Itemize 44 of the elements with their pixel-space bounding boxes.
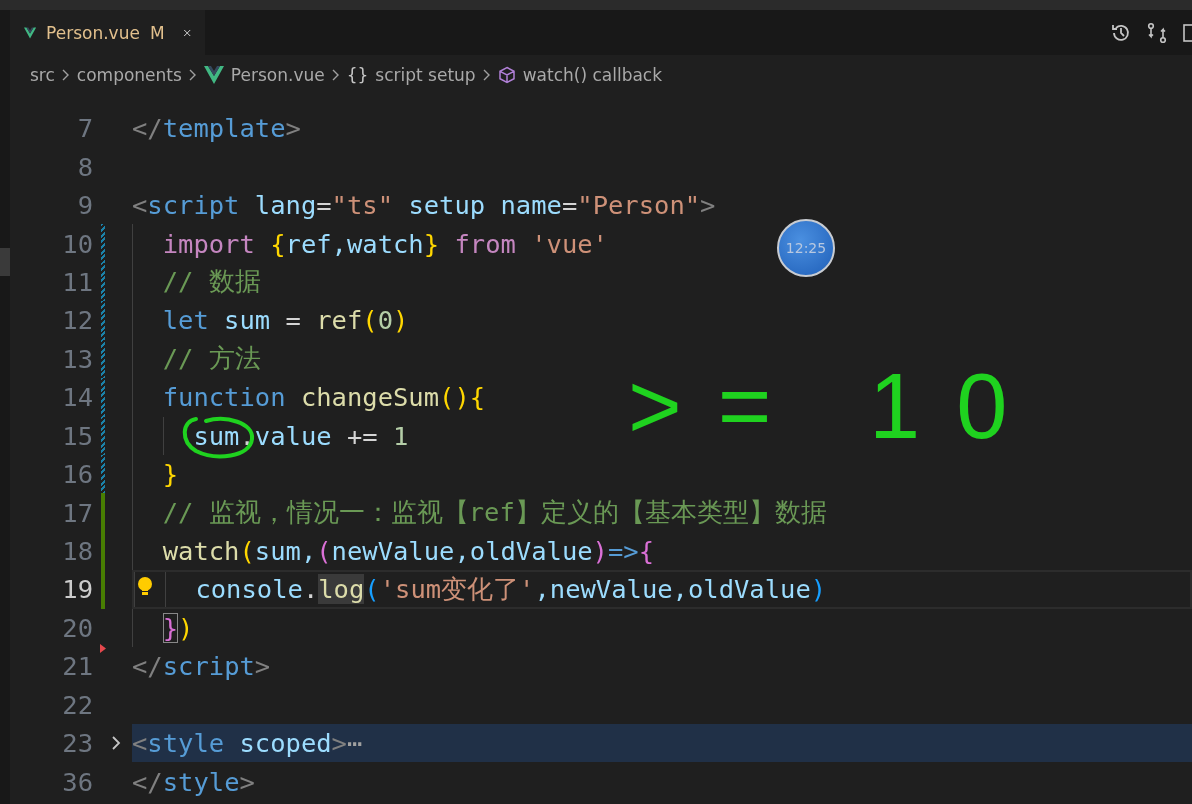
line-number: 19 <box>61 574 93 605</box>
line-number: 13 <box>61 343 93 374</box>
code-line: } <box>132 454 1192 494</box>
line-number: 18 <box>61 536 93 567</box>
code-line: watch(sum,(newValue,oldValue)=>{ <box>132 531 1192 571</box>
editor-tab[interactable]: Person.vue M <box>10 10 205 55</box>
line-number: 9 <box>76 190 93 221</box>
code-line: // 监视，情况一：监视【ref】定义的【基本类型】数据 <box>132 493 1192 532</box>
line-number: 10 <box>61 228 93 259</box>
breadcrumb-item[interactable]: components <box>76 65 182 85</box>
code-line: let sum = ref(0) <box>132 301 1192 340</box>
breadcrumb-item[interactable]: {} script setup <box>346 65 476 85</box>
line-number: 8 <box>76 151 93 182</box>
line-number: 12 <box>61 305 93 336</box>
line-number: 22 <box>61 689 93 720</box>
code-line: }) <box>132 608 1192 648</box>
code-line: </script> <box>132 650 272 684</box>
code-line: </template> <box>132 112 302 146</box>
braces-symbol: {} <box>346 65 369 85</box>
chevron-icon[interactable] <box>111 735 121 751</box>
cube-icon <box>497 66 516 84</box>
chevron-icon <box>61 69 70 81</box>
chevron-icon <box>331 69 340 81</box>
breadcrumb-item[interactable]: Person.vue <box>203 65 325 85</box>
line-number: 16 <box>61 459 93 490</box>
chevron-icon <box>482 69 491 81</box>
code-line: <script lang="ts" setup name="Person"> <box>132 189 717 223</box>
code-line: </style> <box>132 765 256 799</box>
compare-icon[interactable] <box>1146 21 1168 44</box>
line-number: 7 <box>76 113 93 144</box>
line-number: 23 <box>61 728 93 759</box>
line-number: 20 <box>61 612 93 643</box>
activity-indicator <box>0 248 10 276</box>
vue-icon <box>203 66 224 84</box>
line-number: 21 <box>61 651 93 682</box>
line-number: 17 <box>61 497 93 528</box>
line-number: 14 <box>61 382 93 413</box>
modified-status: M <box>149 22 165 43</box>
line-number: 11 <box>61 266 93 297</box>
breadcrumb-item[interactable]: src <box>30 65 55 85</box>
line-number: 15 <box>61 420 93 451</box>
line-number: 36 <box>61 766 93 797</box>
chevron-icon <box>188 69 197 81</box>
breadcrumb-item[interactable]: watch() callback <box>497 65 663 85</box>
